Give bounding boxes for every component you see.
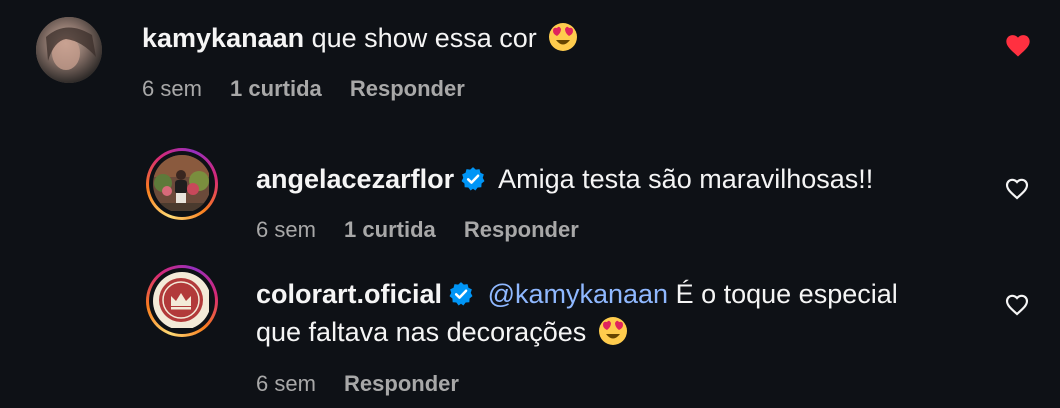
username[interactable]: angelacezarflor	[256, 164, 454, 194]
comment-text-line1: É o toque especial	[675, 279, 898, 309]
heart-outline-icon[interactable]	[1004, 292, 1030, 318]
reply-button[interactable]: Responder	[344, 371, 459, 396]
username[interactable]: colorart.oficial	[256, 279, 442, 309]
profile-photo-icon	[36, 17, 102, 83]
avatar[interactable]	[146, 148, 218, 220]
reply-button[interactable]: Responder	[464, 217, 579, 242]
verified-badge-icon	[449, 282, 473, 306]
heart-outline-icon[interactable]	[1004, 176, 1030, 202]
comment-colorart-oficial: colorart.oficial @kamykanaan É o toque e…	[0, 260, 1060, 408]
comment-meta: 6 sem Responder	[256, 369, 481, 399]
comment-line-1: colorart.oficial @kamykanaan É o toque e…	[256, 275, 898, 313]
heart-eyes-emoji-icon	[549, 23, 578, 51]
comment-meta: 6 sem 1 curtida Responder	[256, 215, 601, 245]
liked-heart-icon[interactable]	[1004, 32, 1032, 60]
comment-line: angelacezarflor Amiga testa são maravilh…	[256, 160, 873, 198]
likes-count[interactable]: 1 curtida	[344, 217, 436, 242]
comment-line-2: que faltava nas decorações	[256, 313, 628, 351]
comment-meta: 6 sem 1 curtida Responder	[142, 74, 487, 104]
comment-kamykanaan: kamykanaan que show essa cor 6 sem 1 cur…	[0, 0, 1060, 130]
mention-link[interactable]: @kamykanaan	[488, 279, 669, 309]
colorart-logo-icon	[153, 272, 209, 328]
timestamp: 6 sem	[256, 217, 316, 242]
comment-angelacezarflor: angelacezarflor Amiga testa são maravilh…	[0, 140, 1060, 260]
avatar[interactable]	[146, 265, 218, 337]
timestamp: 6 sem	[256, 371, 316, 396]
timestamp: 6 sem	[142, 76, 202, 101]
comment-line: kamykanaan que show essa cor	[142, 19, 578, 57]
avatar[interactable]	[36, 17, 102, 83]
heart-eyes-emoji-icon	[598, 317, 627, 345]
verified-badge-icon	[461, 167, 485, 191]
comment-text: Amiga testa são maravilhosas!!	[498, 164, 874, 194]
comments-section: kamykanaan que show essa cor 6 sem 1 cur…	[0, 0, 1060, 408]
comment-text-line2: que faltava nas decorações	[256, 317, 587, 347]
likes-count[interactable]: 1 curtida	[230, 76, 322, 101]
profile-photo-icon	[153, 155, 209, 211]
reply-button[interactable]: Responder	[350, 76, 465, 101]
username[interactable]: kamykanaan	[142, 23, 304, 53]
comment-text: que show essa cor	[311, 23, 537, 53]
